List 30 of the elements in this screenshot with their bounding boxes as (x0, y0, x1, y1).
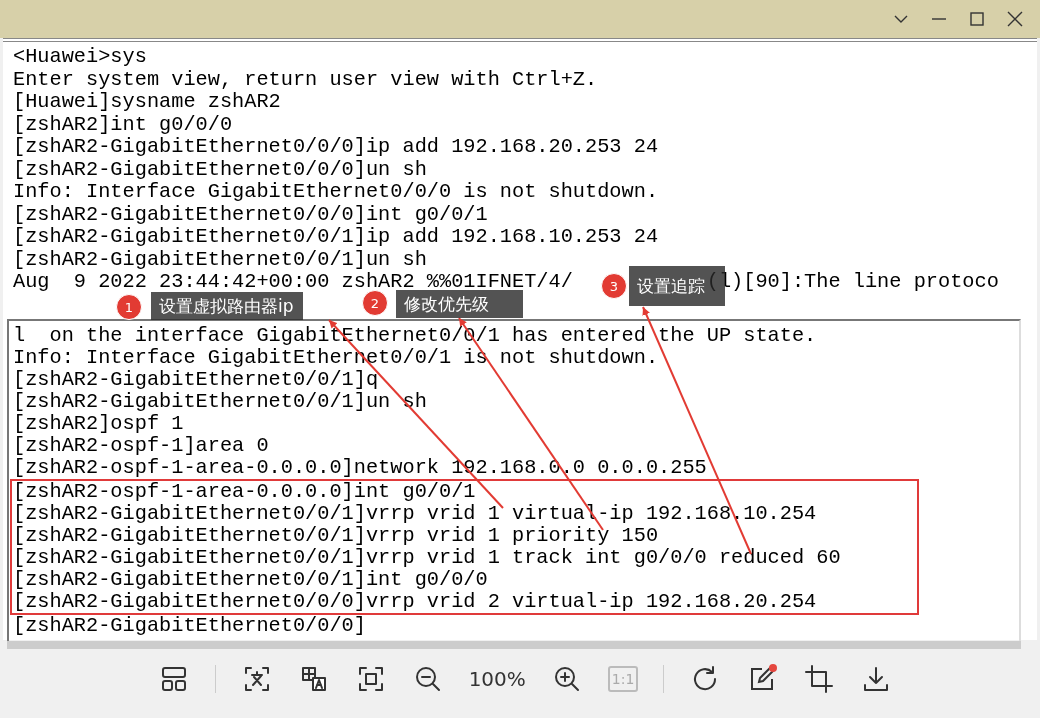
terminal-line: <Huawei>sys (13, 46, 148, 69)
terminal-line: [zshAR2-GigabitEthernet0/0/1]int g0/0/0 (13, 569, 489, 591)
terminal-line: [zshAR2-ospf-1]area 0 (13, 435, 270, 457)
step-number: 2 (362, 290, 388, 316)
terminal-line: Aug 9 2022 23:44:42+00:00 zshAR2 %%01IFNET/4/ (13, 270, 573, 293)
terminal-line: [zshAR2-GigabitEthernet0/0/1]un sh (13, 391, 428, 413)
terminal-line: Enter system view, return user view with Ctrl+Z. (13, 68, 599, 91)
terminal-line: [zshAR2-GigabitEthernet0/0/0] (13, 615, 367, 637)
terminal-line: [zshAR2-GigabitEthernet0/0/1]un sh (13, 248, 428, 271)
terminal-line: [zshAR2-ospf-1-area-0.0.0.0]int g0/0/1 (13, 481, 477, 503)
annotation-callout: 设置虚拟路由器ip (151, 292, 303, 320)
terminal-line: [zshAR2-GigabitEthernet0/0/0]un sh (13, 158, 428, 181)
crop-icon[interactable] (803, 663, 836, 695)
step-number: 1 (116, 294, 142, 320)
step-number: 3 (601, 273, 627, 299)
terminal-line: [zshAR2-GigabitEthernet0/0/0]ip add 192.168.20.253 24 (13, 136, 660, 159)
terminal-line: [zshAR2-GigabitEthernet0/0/1]vrrp vrid 1 track int g0/0/0 reduced 60 (13, 547, 842, 569)
terminal-line: [zshAR2]int g0/0/0 (13, 113, 234, 136)
terminal-line: [zshAR2-GigabitEthernet0/0/0]vrrp vrid 2 virtual-ip 192.168.20.254 (13, 591, 818, 613)
terminal-line: [zshAR2-GigabitEthernet0/0/1]q (13, 369, 380, 391)
close-icon[interactable] (1006, 10, 1024, 28)
annotation-callout: 修改优先级 (396, 290, 523, 318)
terminal-line: [zshAR2-GigabitEthernet0/0/0]int g0/0/1 (13, 203, 489, 226)
terminal-line: [Huawei]sysname zshAR2 (13, 91, 282, 114)
zoom-level: 100% (468, 667, 526, 691)
terminal-line: [zshAR2]ospf 1 (13, 413, 185, 435)
maximize-icon[interactable] (968, 10, 986, 28)
terminal-line: [zshAR2-GigabitEthernet0/0/1]vrrp vrid 1 priority 150 (13, 525, 660, 547)
terminal-line: Info: Interface GigabitEthernet0/0/0 is not shutdown. (13, 181, 660, 204)
terminal-line: [zshAR2-GigabitEthernet0/0/1]ip add 192.168.10.253 24 (13, 226, 660, 249)
